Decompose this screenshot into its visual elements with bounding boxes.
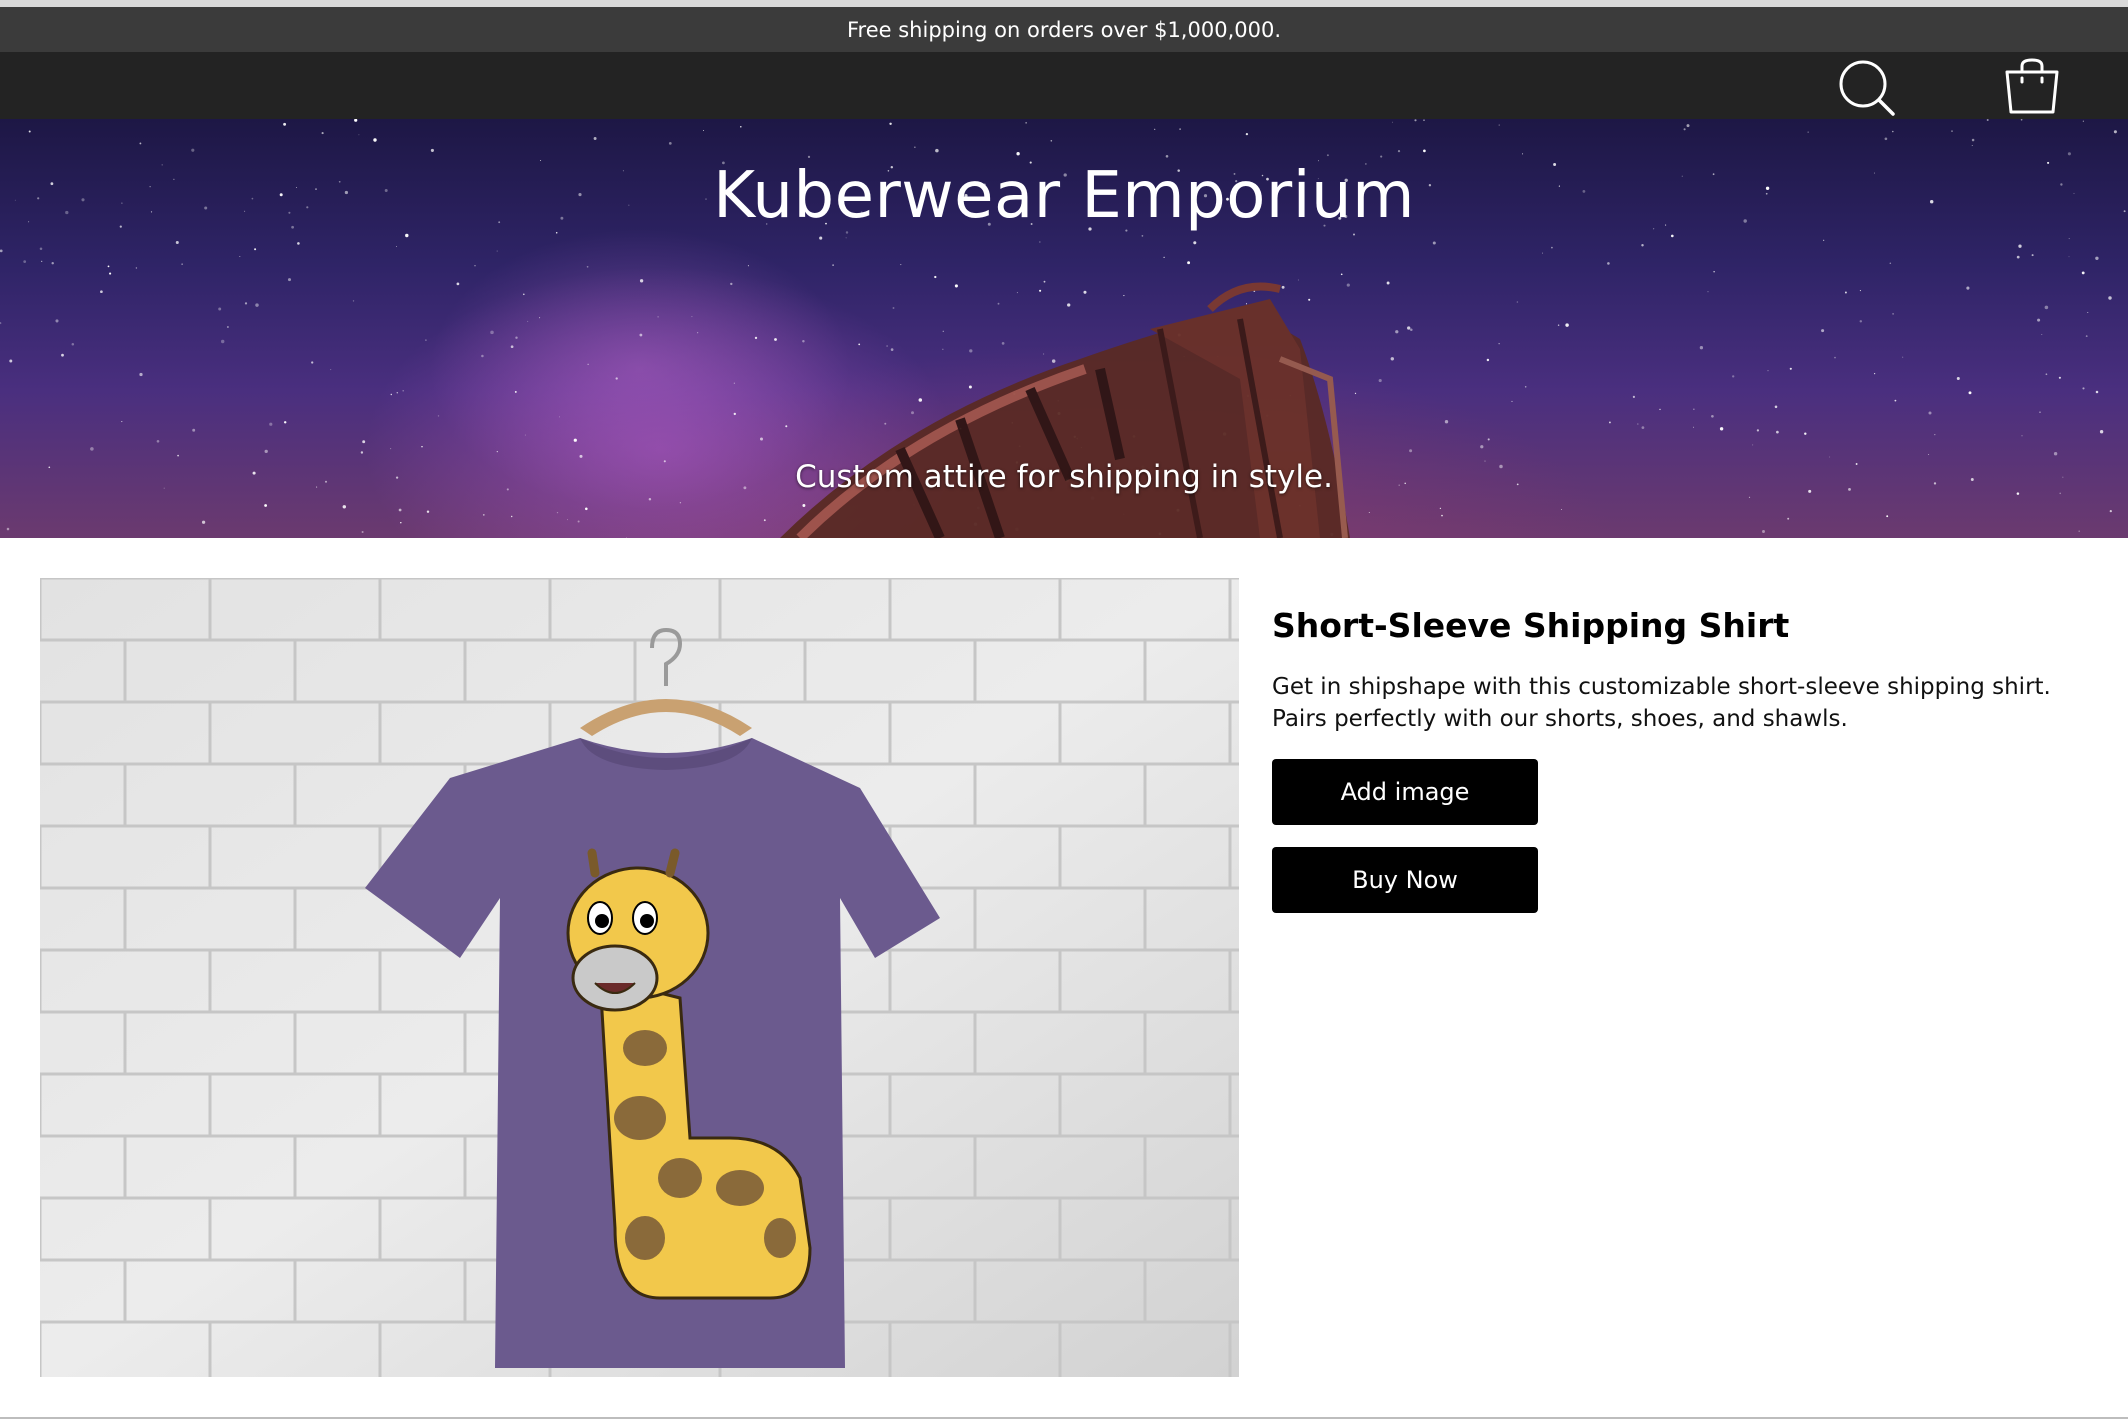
store-tagline: Custom attire for shipping in style. (795, 459, 1333, 495)
bottom-border (0, 1417, 2128, 1419)
product-details: Short-Sleeve Shipping Shirt Get in ships… (1272, 606, 2072, 935)
product-image (40, 578, 1239, 1377)
search-icon[interactable] (1836, 58, 1898, 116)
buy-now-button[interactable]: Buy Now (1272, 847, 1538, 913)
hero-banner: Kuberwear Emporium Custom attire for shi… (0, 119, 2128, 538)
top-border (0, 0, 2128, 7)
product-section: Short-Sleeve Shipping Shirt Get in ships… (0, 538, 2128, 1418)
ship-wreck-image (780, 282, 1350, 538)
navbar (0, 52, 2128, 119)
add-image-button[interactable]: Add image (1272, 759, 1538, 825)
shopping-bag-icon[interactable] (2001, 58, 2063, 116)
product-description: Get in shipshape with this customizable … (1272, 674, 2051, 732)
store-title: Kuberwear Emporium (713, 159, 1415, 233)
announcement-text: Free shipping on orders over $1,000,000. (847, 17, 1281, 42)
announcement-bar: Free shipping on orders over $1,000,000. (0, 7, 2128, 52)
product-title: Short-Sleeve Shipping Shirt (1272, 606, 1790, 645)
